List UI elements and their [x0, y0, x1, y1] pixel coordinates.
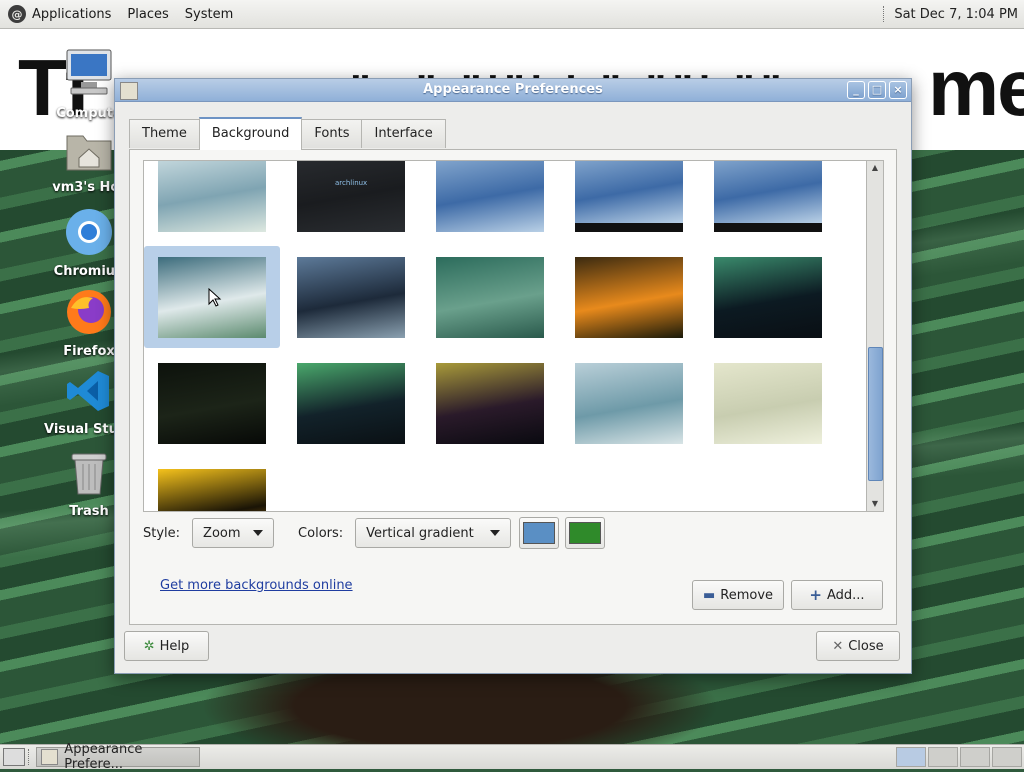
maximize-button[interactable]: □ [868, 81, 886, 99]
plus-icon: + [809, 586, 822, 604]
minimize-button[interactable]: _ [847, 81, 865, 99]
scroll-down-arrow-icon[interactable]: ▼ [867, 497, 883, 511]
computer-icon [66, 49, 112, 95]
background-thumbnail-aurora-1[interactable] [714, 257, 822, 338]
remove-button[interactable]: ▬ Remove [692, 580, 784, 610]
appearance-app-icon [120, 82, 138, 100]
help-button-label: Help [159, 638, 190, 654]
scroll-up-arrow-icon[interactable]: ▲ [867, 161, 883, 175]
top-panel: @ Applications Places System Sat Dec 7, … [0, 0, 1024, 29]
panel-separator [883, 6, 886, 22]
tab-theme[interactable]: Theme [129, 119, 200, 148]
dialog-titlebar[interactable]: Appearance Preferences _ □ × [115, 79, 911, 102]
firefox-icon [67, 290, 111, 334]
background-thumbnail-grid[interactable]: archlinux [143, 160, 867, 512]
panel-separator [28, 749, 31, 765]
applications-menu-label: Applications [32, 6, 112, 22]
workspace-3[interactable] [960, 747, 990, 767]
background-thumbnail-blue-waves[interactable] [158, 161, 266, 232]
chromium-icon [66, 209, 112, 255]
tab-background[interactable]: Background [198, 117, 303, 150]
background-thumbnail-dark-night[interactable] [158, 363, 266, 444]
banner-right-text: me [928, 43, 1024, 132]
background-thumbnail-aurora-3[interactable] [436, 363, 544, 444]
primary-color-button[interactable] [519, 517, 560, 549]
background-thumbnail-storm-road[interactable] [297, 257, 405, 338]
places-menu-label: Places [127, 6, 169, 22]
appearance-app-icon [41, 749, 59, 765]
close-icon: ✕ [832, 638, 844, 654]
background-thumbnail-green-stripes[interactable] [436, 257, 544, 338]
home-folder-icon [66, 135, 112, 171]
background-thumbnail-crystal-blue[interactable] [436, 161, 544, 232]
thumbnail-caption: archlinux [335, 179, 368, 187]
help-lifebuoy-icon: ✲ [143, 638, 155, 654]
secondary-color-swatch [569, 522, 602, 544]
chevron-down-icon [253, 530, 264, 536]
tab-interface[interactable]: Interface [361, 119, 446, 148]
clock[interactable]: Sat Dec 7, 1:04 PM [894, 7, 1018, 22]
taskbar-window-button[interactable]: Appearance Prefere... [36, 742, 200, 772]
background-thumbnail-orange-flower[interactable] [575, 257, 683, 338]
help-button[interactable]: ✲ Help [124, 631, 209, 661]
colors-value: Vertical gradient [366, 525, 474, 541]
colors-label: Colors: [298, 525, 344, 541]
background-tab-panel: archlinux ▲ ▼ Style: Zoom Colors: Vertic… [129, 149, 897, 625]
background-thumbnail-silver-curve[interactable] [575, 363, 683, 444]
workspace-1[interactable] [896, 747, 926, 767]
system-menu[interactable]: System [177, 0, 241, 28]
system-menu-label: System [184, 6, 234, 22]
appearance-preferences-dialog: Appearance Preferences _ □ × Theme Backg… [114, 78, 912, 674]
secondary-color-button[interactable] [565, 517, 606, 549]
background-thumbnail-aurora-2[interactable] [297, 363, 405, 444]
tab-fonts[interactable]: Fonts [301, 119, 363, 148]
minus-icon: ▬ [702, 587, 716, 603]
workspace-4[interactable] [992, 747, 1022, 767]
style-label: Style: [143, 525, 181, 541]
colors-dropdown[interactable]: Vertical gradient [355, 518, 512, 548]
mouse-pointer-icon [208, 288, 222, 307]
style-value: Zoom [203, 525, 241, 541]
workspace-2[interactable] [928, 747, 958, 767]
style-dropdown[interactable]: Zoom [192, 518, 275, 548]
background-thumbnail-arch-dark[interactable]: archlinux [297, 161, 405, 232]
background-options-row: Style: Zoom Colors: Vertical gradient [143, 516, 883, 550]
distro-logo-icon: @ [8, 5, 26, 23]
add-button-label: Add... [827, 587, 865, 603]
close-window-button[interactable]: × [889, 81, 907, 99]
close-button-label: Close [848, 638, 884, 654]
chevron-down-icon [490, 530, 501, 536]
background-thumbnail-beige-sand[interactable] [714, 363, 822, 444]
get-more-backgrounds-link[interactable]: Get more backgrounds online [160, 578, 353, 593]
places-menu[interactable]: Places [119, 0, 176, 28]
show-desktop-icon[interactable] [3, 748, 25, 766]
remove-button-label: Remove [720, 587, 774, 603]
bottom-panel: Appearance Prefere... [0, 742, 1024, 772]
tab-bar: Theme Background Fonts Interface [129, 117, 446, 150]
background-thumbnail-crystal-blue-2[interactable] [575, 161, 683, 232]
applications-menu[interactable]: @ Applications [0, 0, 119, 28]
add-button[interactable]: + Add... [791, 580, 883, 610]
primary-color-swatch [523, 522, 556, 544]
close-button[interactable]: ✕ Close [816, 631, 900, 661]
background-thumbnail-crystal-blue-3[interactable] [714, 161, 822, 232]
thumbnail-scrollbar[interactable]: ▲ ▼ [866, 160, 884, 512]
background-thumbnail-yellow-flower[interactable] [158, 469, 266, 511]
vscode-icon [67, 371, 109, 411]
trash-icon [71, 453, 107, 495]
scrollbar-thumb[interactable] [868, 347, 883, 481]
dialog-title: Appearance Preferences [423, 82, 603, 97]
